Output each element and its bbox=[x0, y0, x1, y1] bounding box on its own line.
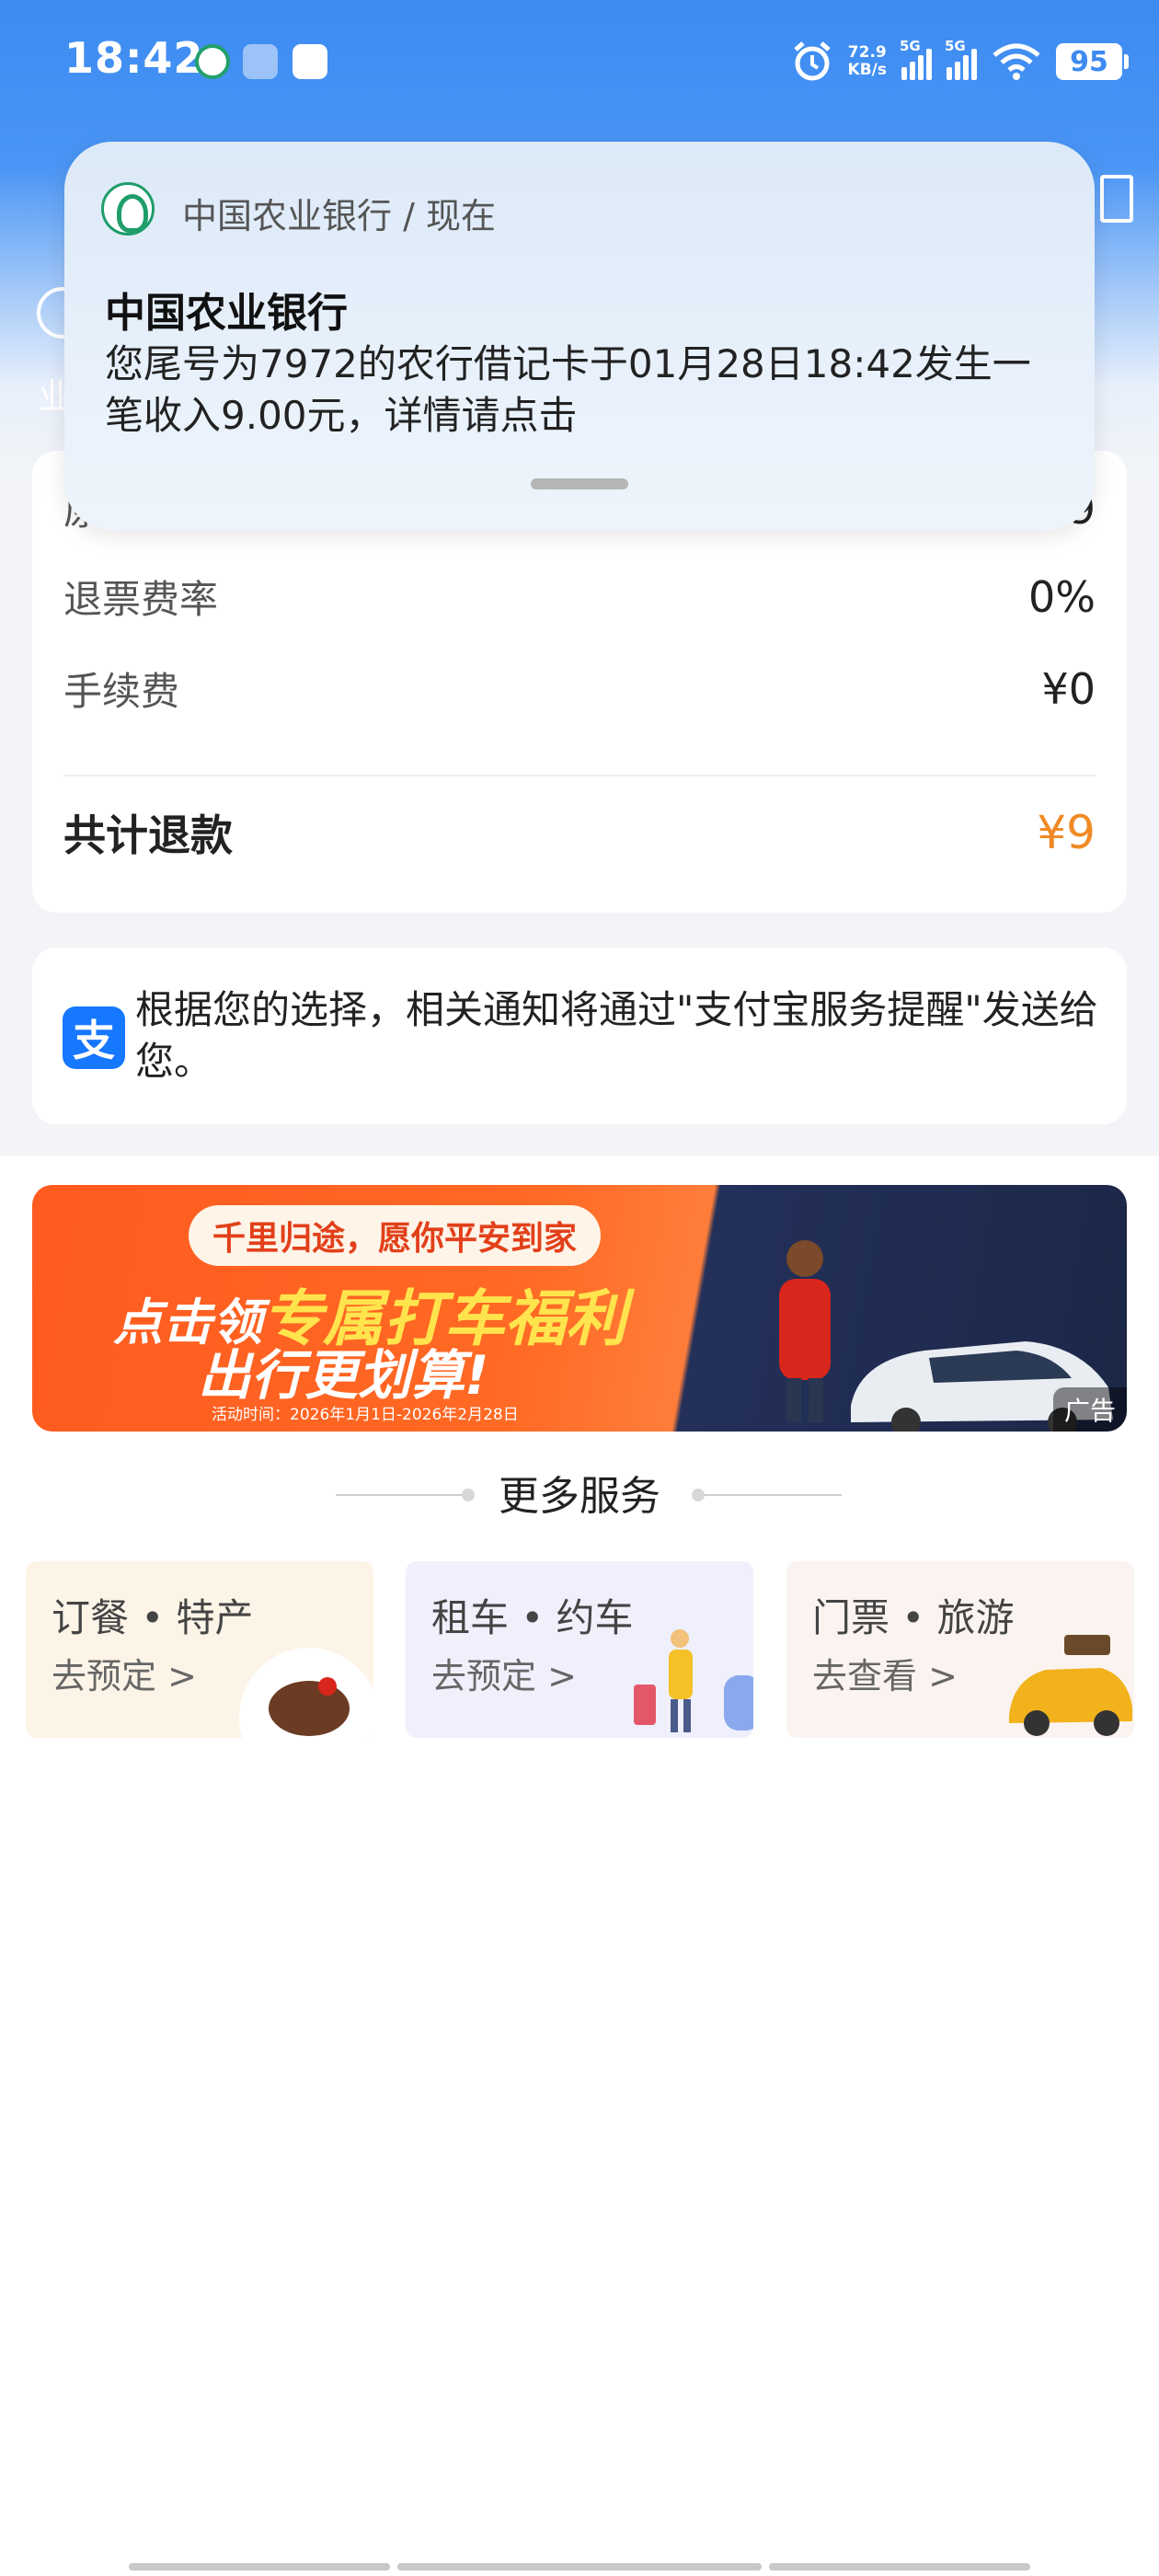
service-title: 租车 • 约车 bbox=[431, 1595, 634, 1640]
signal-icon: 5G bbox=[945, 38, 977, 80]
notification-title: 中国农业银行 bbox=[105, 290, 348, 337]
divider-dot bbox=[692, 1489, 705, 1501]
abc-bank-notification-icon bbox=[195, 44, 230, 79]
abc-bank-logo-icon bbox=[101, 182, 155, 236]
more-services-title: 更多服务 bbox=[499, 1473, 660, 1520]
status-bar: 18:42 72.9 KB/s 5G 5G 95 bbox=[0, 0, 1159, 123]
notification-drag-handle[interactable] bbox=[531, 478, 628, 489]
refund-total-row: 共计退款 ¥9 bbox=[63, 802, 1096, 863]
refund-row-fee-rate: 退票费率 0% bbox=[63, 569, 1096, 625]
signal-label-2: 5G bbox=[945, 38, 966, 54]
total-value: ¥9 bbox=[1037, 806, 1096, 859]
service-action: 去预定 > bbox=[431, 1656, 577, 1696]
bank-notification-banner[interactable]: 中国农业银行 / 现在 中国农业银行 您尾号为7972的农行借记卡于01月28日… bbox=[64, 142, 1095, 530]
alipay-icon: 支 bbox=[63, 1006, 125, 1069]
traveler-with-car-icon bbox=[634, 1629, 753, 1732]
gesture-bar-center[interactable] bbox=[397, 2563, 762, 2570]
service-car-rental[interactable]: 租车 • 约车 去预定 > bbox=[406, 1561, 753, 1738]
status-time: 18:42 bbox=[64, 33, 204, 83]
banner-line2: 出行更划算! bbox=[198, 1344, 489, 1407]
total-label: 共计退款 bbox=[63, 811, 233, 860]
row-value: ¥0 bbox=[1041, 663, 1096, 714]
notification-body: 您尾号为7972的农行借记卡于01月28日18:42发生一笔收入9.00元，详情… bbox=[105, 341, 1031, 438]
alarm-icon bbox=[793, 41, 831, 81]
battery-indicator: 95 bbox=[1056, 43, 1129, 80]
signal-icon: 5G bbox=[900, 38, 932, 80]
refund-row-handling-fee: 手续费 ¥0 bbox=[63, 661, 1096, 717]
speed-value: 72.9 bbox=[847, 43, 887, 62]
notice-text: 根据您的选择，相关通知将通过"支付宝服务提醒"发送给您。 bbox=[135, 987, 1098, 1084]
divider bbox=[704, 1494, 842, 1496]
wifi-icon bbox=[993, 43, 1040, 80]
status-icons: 72.9 KB/s 5G 5G 95 bbox=[791, 37, 1129, 86]
food-plate-icon bbox=[239, 1648, 373, 1738]
mail-icon bbox=[243, 44, 278, 79]
row-label: 退票费率 bbox=[63, 577, 219, 622]
network-speed: 72.9 KB/s bbox=[848, 44, 887, 79]
service-food-specialty[interactable]: 订餐 • 特产 去预定 > bbox=[26, 1561, 373, 1738]
yellow-car-icon bbox=[1009, 1635, 1132, 1736]
signal-label-1: 5G bbox=[900, 38, 921, 54]
ad-label: 广告 bbox=[1052, 1387, 1127, 1432]
service-tickets-travel[interactable]: 门票 • 旅游 去查看 > bbox=[786, 1561, 1134, 1738]
gesture-bar-right bbox=[769, 2563, 1030, 2570]
traveler-illustration bbox=[779, 1240, 831, 1422]
notification-setting-card: 支 根据您的选择，相关通知将通过"支付宝服务提醒"发送给您。 bbox=[32, 948, 1127, 1124]
speed-unit: KB/s bbox=[847, 61, 887, 79]
service-action: 去预定 > bbox=[52, 1656, 197, 1696]
row-value: 0% bbox=[1028, 571, 1096, 622]
row-label: 手续费 bbox=[63, 669, 180, 714]
header-action-icon[interactable] bbox=[1100, 175, 1133, 223]
app-notification-icon bbox=[293, 44, 327, 79]
promo-banner[interactable]: 千里归途，愿你平安到家 点击领专属打车福利 出行更划算! 活动时间：2026年1… bbox=[32, 1185, 1127, 1432]
service-action: 去查看 > bbox=[812, 1656, 958, 1696]
gesture-bar-left bbox=[129, 2563, 390, 2570]
service-title: 订餐 • 特产 bbox=[52, 1595, 254, 1640]
banner-pill: 千里归途，愿你平安到家 bbox=[189, 1205, 602, 1266]
service-title: 门票 • 旅游 bbox=[812, 1595, 1015, 1640]
notification-app-line: 中国农业银行 / 现在 bbox=[182, 196, 496, 236]
banner-date: 活动时间：2026年1月1日-2026年2月28日 bbox=[212, 1406, 519, 1424]
divider bbox=[63, 775, 1096, 776]
